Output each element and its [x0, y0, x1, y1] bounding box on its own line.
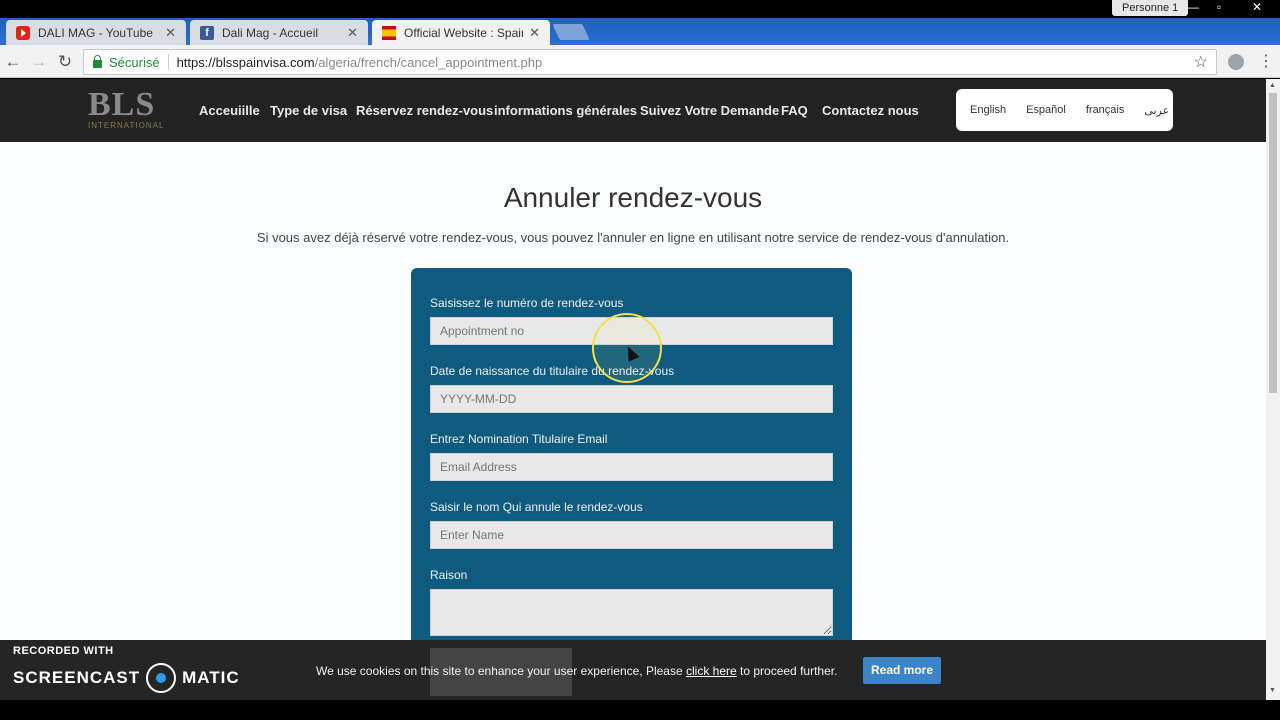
nav-faq[interactable]: FAQ	[781, 103, 808, 118]
appointment-label: Saisissez le numéro de rendez-vous	[430, 296, 624, 310]
page-title: Annuler rendez-vous	[503, 182, 763, 213]
page-scrollbar[interactable]: ▲ ▼	[1266, 79, 1280, 700]
youtube-icon	[16, 25, 30, 40]
email-label: Entrez Nomination Titulaire Email	[430, 432, 608, 446]
logo-subtitle: INTERNATIONAL	[88, 121, 165, 130]
maximize-icon[interactable]: ▫	[1206, 0, 1232, 16]
reason-textarea[interactable]	[430, 589, 833, 636]
secure-label: Sécurisé	[109, 54, 160, 70]
address-bar[interactable]: Sécurisé https://blsspainvisa.com/algeri…	[83, 49, 1217, 75]
tab-label: Dali Mag - Accueil	[222, 25, 319, 40]
scroll-up-icon[interactable]: ▲	[1269, 82, 1276, 89]
scroll-down-icon[interactable]: ▼	[1269, 687, 1276, 694]
screen: DALI MAG - YouTube ✕ f Dali Mag - Accuei…	[0, 0, 1280, 720]
recorder-brand-right: MATIC	[182, 668, 240, 687]
browser-toolbar: ← → ↻ Sécurisé https://blsspainvisa.com /…	[0, 45, 1280, 78]
main-content: Annuler rendez-vous Si vous avez déjà ré…	[0, 142, 1266, 648]
cookie-text-after: to proceed further.	[736, 664, 838, 678]
cookie-bar: RECORDED WITH SCREENCAST MATIC We use co…	[0, 640, 1266, 700]
cookie-message: We use cookies on this site to enhance y…	[316, 664, 837, 678]
reload-icon[interactable]: ↻	[55, 52, 75, 72]
browser-tabstrip: DALI MAG - YouTube ✕ f Dali Mag - Accuei…	[0, 18, 1280, 45]
tab-label: Official Website : Spain V	[404, 25, 523, 40]
profile-button[interactable]: Personne 1	[1112, 0, 1189, 16]
scrollbar-thumb[interactable]	[1269, 93, 1277, 393]
spain-flag-icon	[382, 25, 396, 40]
facebook-icon: f	[200, 25, 214, 40]
name-label: Saisir le nom Qui annule le rendez-vous	[430, 500, 643, 514]
email-input[interactable]	[430, 453, 833, 481]
read-more-button[interactable]: Read more	[863, 657, 941, 684]
nav-reservez-rendez-vous[interactable]: Réservez rendez-vous	[356, 103, 493, 118]
menu-icon[interactable]: ⋮	[1258, 51, 1274, 71]
close-icon[interactable]: ✕	[165, 25, 176, 41]
extension-icon[interactable]	[1228, 54, 1244, 70]
site-header: BLS INTERNATIONAL Acceuiille Type de vis…	[0, 79, 1266, 142]
divider	[167, 54, 169, 70]
cookie-click-here-link[interactable]: click here	[686, 664, 737, 678]
record-icon	[146, 663, 177, 693]
minimize-icon[interactable]: —	[1180, 0, 1206, 16]
logo-text: BLS	[88, 86, 156, 123]
screencast-matic-logo: SCREENCAST MATIC	[13, 663, 240, 693]
forward-icon[interactable]: →	[29, 52, 49, 72]
back-icon[interactable]: ←	[3, 52, 23, 72]
recorder-brand-left: SCREENCAST	[13, 668, 141, 687]
recorder-line1: RECORDED WITH	[13, 645, 114, 657]
nav-acceuil[interactable]: Acceuiille	[199, 103, 260, 118]
tab-facebook[interactable]: f Dali Mag - Accueil ✕	[190, 20, 368, 45]
tab-official-website[interactable]: Official Website : Spain V ✕	[372, 20, 550, 45]
bottom-letterbox	[0, 700, 1280, 720]
window-close-icon[interactable]: ✕	[1244, 0, 1270, 16]
close-icon[interactable]: ✕	[529, 25, 540, 41]
url-path: /algeria/french/cancel_appointment.php	[314, 54, 543, 70]
reason-label: Raison	[430, 568, 468, 582]
nav-type-de-visa[interactable]: Type de visa	[270, 103, 347, 118]
name-input[interactable]	[430, 521, 833, 549]
lang-francais[interactable]: français	[1086, 104, 1125, 116]
nav-suivez-votre-demande[interactable]: Suivez Votre Demande	[640, 103, 779, 118]
bls-logo[interactable]: BLS INTERNATIONAL	[88, 87, 164, 135]
tab-label: DALI MAG - YouTube	[38, 25, 153, 40]
lock-icon	[93, 55, 102, 68]
bookmark-star-icon[interactable]: ☆	[1194, 52, 1208, 72]
url-host: https://blsspainvisa.com	[176, 54, 315, 70]
close-icon[interactable]: ✕	[347, 25, 358, 41]
lang-english[interactable]: English	[970, 104, 1006, 116]
lang-espanol[interactable]: Español	[1026, 104, 1066, 116]
cookie-text-before: We use cookies on this site to enhance y…	[316, 664, 686, 678]
page-intro: Si vous avez déjà réservé votre rendez-v…	[256, 230, 1010, 245]
lang-arabic[interactable]: عربى	[1144, 104, 1169, 117]
language-switcher: English Español français عربى	[956, 89, 1173, 131]
new-tab-button[interactable]	[552, 24, 590, 40]
nav-contactez-nous[interactable]: Contactez nous	[822, 103, 919, 118]
nav-informations-generales[interactable]: informations générales	[494, 103, 637, 118]
tab-youtube[interactable]: DALI MAG - YouTube ✕	[6, 20, 186, 45]
date-of-birth-input[interactable]	[430, 385, 833, 413]
